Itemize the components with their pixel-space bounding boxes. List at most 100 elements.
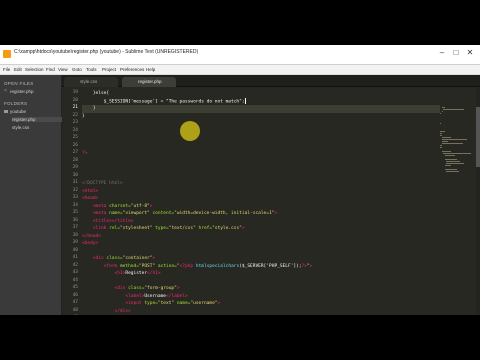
- code-editor[interactable]: }else{ $_SESSION['message'] = "The passw…: [82, 87, 440, 315]
- minimap-line: [441, 139, 467, 140]
- code-token: >: [149, 203, 153, 209]
- scrollbar-thumb[interactable]: [476, 107, 480, 167]
- menu-find[interactable]: Find: [46, 67, 55, 72]
- code-line: <body>: [82, 240, 98, 248]
- minimap-line: [440, 131, 446, 132]
- code-token: <!DOCTYPE html>: [82, 181, 123, 186]
- vertical-scrollbar[interactable]: [476, 87, 480, 315]
- code-token: "width=device-width, initial-scale=1": [174, 211, 275, 216]
- minimap-line: [444, 159, 458, 160]
- code-token: Username: [144, 293, 167, 299]
- sidebar: OPEN FILES × register.php FOLDERS youtub…: [0, 75, 62, 315]
- code-token: </div>: [114, 308, 131, 314]
- line-number: 30: [72, 172, 78, 178]
- minimap-line: [441, 151, 452, 152]
- code-token: <meta: [92, 203, 110, 209]
- line-number: 32: [72, 187, 78, 193]
- open-file-register[interactable]: register.php: [10, 89, 34, 94]
- minimap-line: [443, 153, 472, 154]
- menu-tools[interactable]: Tools: [86, 67, 97, 72]
- code-token: <title></title>: [92, 218, 134, 224]
- tab-bar: style.css register.php: [62, 75, 480, 87]
- line-number: 45: [72, 285, 78, 290]
- minimap-line: [444, 155, 455, 156]
- code-token: }else{: [82, 91, 110, 96]
- menu-view[interactable]: View: [58, 67, 68, 72]
- code-token: <label>: [125, 293, 145, 299]
- code-token: }: [82, 106, 96, 111]
- code-token: class=: [128, 286, 145, 291]
- line-number: 35: [72, 210, 78, 215]
- code-token: type=: [144, 301, 158, 306]
- line-number: 27: [72, 150, 78, 155]
- code-token: "stylesheet": [119, 226, 153, 231]
- code-token: method=: [119, 263, 139, 269]
- folder-youtube[interactable]: youtube: [4, 109, 26, 114]
- window-title: C:\xampp\htdocs\youtube\register.php (yo…: [14, 49, 199, 55]
- code-token: action=: [155, 263, 177, 269]
- line-number: 19: [72, 90, 78, 95]
- minimize-icon[interactable]: –: [436, 48, 448, 58]
- line-number: 20: [72, 97, 78, 103]
- letterbox-top: [0, 0, 480, 45]
- code-token: </label>: [166, 293, 188, 299]
- code-token: type=: [152, 226, 169, 231]
- minimap-line: [446, 161, 461, 162]
- menu-edit[interactable]: Edit: [14, 67, 22, 72]
- line-number: 33: [72, 195, 78, 200]
- code-token: "POST": [138, 263, 156, 269]
- menu-selection[interactable]: Selection: [25, 67, 44, 72]
- close-icon[interactable]: ✕: [464, 48, 476, 58]
- menu-help[interactable]: Help: [146, 67, 155, 72]
- code-token: content=: [149, 211, 175, 216]
- mouse-cursor-highlight: [180, 121, 200, 141]
- menu-project[interactable]: Project: [102, 67, 116, 72]
- code-token: ($_SERVER['PHP_SELF']);: [239, 263, 302, 269]
- code-token: href=: [195, 226, 213, 231]
- folder-file-style[interactable]: style.css: [12, 125, 29, 130]
- tab-register-php[interactable]: register.php: [122, 77, 176, 87]
- line-number: 37: [72, 225, 78, 230]
- folders-heading: FOLDERS: [4, 101, 28, 106]
- code-token: <h1>: [114, 271, 126, 276]
- folder-file-register[interactable]: register.php: [12, 117, 62, 122]
- code-token: "viewport": [122, 211, 150, 216]
- line-number: 31: [72, 180, 78, 185]
- line-number: 41: [72, 255, 78, 260]
- code-token: ?>: [82, 151, 88, 156]
- menu-file[interactable]: File: [3, 67, 10, 72]
- line-number: 38: [72, 232, 78, 238]
- code-line: <h1>Register</h1>: [82, 270, 161, 278]
- line-number: 25: [72, 135, 78, 140]
- minimap-line: [443, 109, 465, 110]
- tab-style-css[interactable]: style.css: [64, 77, 118, 87]
- line-number: 36: [72, 217, 78, 223]
- minimap-line: [446, 163, 465, 164]
- line-number: 48: [72, 307, 78, 313]
- maximize-icon[interactable]: □: [450, 48, 462, 58]
- code-token: >: [152, 256, 156, 261]
- menu-goto[interactable]: Goto: [72, 67, 82, 72]
- minimap-line: [440, 135, 443, 136]
- code-token: htmlspecialchars: [195, 263, 240, 269]
- code-token: charset=: [109, 203, 131, 209]
- folder-open-icon: [4, 110, 8, 114]
- close-file-icon[interactable]: ×: [4, 88, 7, 94]
- code-token: <form: [103, 263, 120, 269]
- line-number: 34: [72, 202, 78, 208]
- minimap-line: [441, 141, 449, 142]
- menu-preferences[interactable]: Preferences: [120, 67, 144, 72]
- minimap-line: [441, 143, 463, 144]
- line-number: 44: [72, 277, 78, 283]
- code-token: "container": [122, 256, 153, 261]
- line-number: 28: [72, 157, 78, 163]
- code-line: <link rel="stylesheet" type="text/css" h…: [82, 225, 245, 233]
- sublime-window: C:\xampp\htdocs\youtube\register.php (yo…: [0, 45, 480, 315]
- minimap[interactable]: [440, 87, 476, 315]
